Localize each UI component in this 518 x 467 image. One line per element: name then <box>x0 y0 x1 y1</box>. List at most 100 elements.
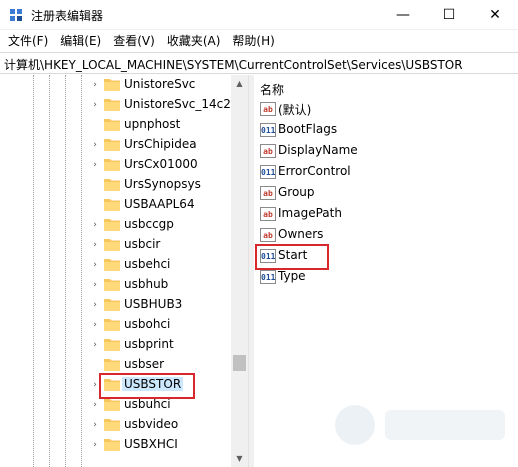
tree-item[interactable]: › UnistoreSvc <box>0 75 230 95</box>
expand-chevron-icon[interactable]: › <box>90 260 100 270</box>
expand-chevron-icon[interactable]: › <box>90 140 100 150</box>
expand-chevron-icon[interactable]: › <box>90 340 100 350</box>
watermark-logo <box>335 405 505 445</box>
value-row[interactable]: 011 Type <box>258 267 508 287</box>
tree-item-label: USBHUB3 <box>124 297 183 311</box>
folder-icon <box>104 79 120 91</box>
tree-item[interactable]: › UnistoreSvc_14c20 <box>0 95 239 115</box>
regedit-app-icon <box>10 9 22 21</box>
expand-chevron-icon[interactable]: › <box>90 80 100 90</box>
value-row[interactable]: 011 ErrorControl <box>258 162 508 182</box>
tree-item[interactable]: upnphost <box>0 115 230 135</box>
string-value-icon: ab <box>260 102 276 116</box>
folder-icon <box>104 199 120 211</box>
tree-item[interactable]: › UrsChipidea <box>0 135 230 155</box>
menu-favorites[interactable]: 收藏夹(A) <box>161 31 227 51</box>
value-name: Owners <box>278 227 324 241</box>
tree-item[interactable]: › usbvideo <box>0 415 230 435</box>
tree-item-label: usbhub <box>124 277 169 291</box>
tree-item[interactable]: › USBXHCI <box>0 435 230 455</box>
title-bar: 注册表编辑器 — ☐ ✕ <box>0 0 518 30</box>
minimize-icon: — <box>396 7 410 23</box>
folder-icon <box>104 339 120 351</box>
tree-item[interactable]: › USBHUB3 <box>0 295 230 315</box>
scroll-down-arrow-icon[interactable]: ▼ <box>231 450 248 467</box>
tree-item-label: UrsCx01000 <box>124 157 198 171</box>
expand-chevron-icon[interactable]: › <box>90 100 100 110</box>
tree-item[interactable]: › usbehci <box>0 255 230 275</box>
value-row[interactable]: ab Group <box>258 183 508 203</box>
folder-icon <box>104 279 120 291</box>
tree-item-label: usbccgp <box>124 217 174 231</box>
folder-icon <box>104 219 120 231</box>
menu-help[interactable]: 帮助(H) <box>226 31 280 51</box>
minimize-button[interactable]: — <box>380 0 426 30</box>
expand-chevron-icon[interactable]: › <box>90 280 100 290</box>
folder-icon <box>104 399 120 411</box>
tree-item[interactable]: › usbhub <box>0 275 230 295</box>
value-row[interactable]: 011 BootFlags <box>258 120 508 140</box>
value-row[interactable]: ab ImagePath <box>258 204 508 224</box>
expand-chevron-icon[interactable]: › <box>90 240 100 250</box>
folder-icon <box>104 119 120 131</box>
tree-item[interactable]: USBAAPL64 <box>0 195 230 215</box>
tree-item[interactable]: usbser <box>0 355 230 375</box>
expand-chevron-icon[interactable]: › <box>90 400 100 410</box>
tree-item[interactable]: UrsSynopsys <box>0 175 230 195</box>
expand-chevron-icon[interactable]: › <box>90 440 100 450</box>
string-value-icon: ab <box>260 207 276 221</box>
menu-bar: 文件(F) 编辑(E) 查看(V) 收藏夹(A) 帮助(H) <box>0 30 518 52</box>
expand-chevron-icon[interactable] <box>90 180 100 190</box>
tree-item-label: usbohci <box>124 317 171 331</box>
tree-item-label: UnistoreSvc_14c20 <box>124 97 239 111</box>
expand-chevron-icon[interactable]: › <box>90 320 100 330</box>
expand-chevron-icon[interactable] <box>90 360 100 370</box>
address-bar[interactable]: 计算机\HKEY_LOCAL_MACHINE\SYSTEM\CurrentCon… <box>0 52 518 74</box>
expand-chevron-icon[interactable] <box>90 200 100 210</box>
tree-scrollbar[interactable]: ▲ ▼ <box>231 75 248 467</box>
tree-item-label: UnistoreSvc <box>124 77 196 91</box>
folder-icon <box>104 259 120 271</box>
tree-item[interactable]: › usbccgp <box>0 215 230 235</box>
string-value-icon: ab <box>260 144 276 158</box>
menu-edit[interactable]: 编辑(E) <box>54 31 107 51</box>
maximize-button[interactable]: ☐ <box>426 0 472 30</box>
value-name: BootFlags <box>278 122 338 136</box>
maximize-icon: ☐ <box>442 7 456 23</box>
value-name: (默认) <box>278 103 312 117</box>
expand-chevron-icon[interactable] <box>90 120 100 130</box>
value-row[interactable]: ab Owners <box>258 225 508 245</box>
tree-item[interactable]: › usbprint <box>0 335 230 355</box>
value-name: ErrorControl <box>278 164 351 178</box>
address-path[interactable]: 计算机\HKEY_LOCAL_MACHINE\SYSTEM\CurrentCon… <box>4 56 463 73</box>
menu-file[interactable]: 文件(F) <box>2 31 54 51</box>
tree-item-label: USBXHCI <box>124 437 178 451</box>
close-icon: ✕ <box>489 7 501 23</box>
scrollbar-thumb[interactable] <box>233 355 246 371</box>
folder-icon <box>104 359 120 371</box>
column-header-name[interactable]: 名称 <box>260 81 284 98</box>
expand-chevron-icon[interactable]: › <box>90 220 100 230</box>
binary-value-icon: 011 <box>260 165 276 179</box>
folder-icon <box>104 299 120 311</box>
folder-icon <box>104 179 120 191</box>
tree-item-label: UrsChipidea <box>124 137 197 151</box>
expand-chevron-icon[interactable]: › <box>90 420 100 430</box>
value-row[interactable]: ab (默认) <box>258 99 508 119</box>
tree-item[interactable]: › usbcir <box>0 235 230 255</box>
tree-item[interactable]: › UrsCx01000 <box>0 155 230 175</box>
string-value-icon: ab <box>260 228 276 242</box>
start-highlight-box <box>255 244 329 270</box>
tree-item-label: USBAAPL64 <box>124 197 195 211</box>
close-button[interactable]: ✕ <box>472 0 518 30</box>
value-row[interactable]: ab DisplayName <box>258 141 508 161</box>
value-name: Type <box>278 269 306 283</box>
menu-view[interactable]: 查看(V) <box>107 31 161 51</box>
value-name: Group <box>278 185 315 199</box>
folder-icon <box>104 239 120 251</box>
scroll-up-arrow-icon[interactable]: ▲ <box>231 75 248 92</box>
usbstor-highlight-box <box>99 373 195 399</box>
expand-chevron-icon[interactable]: › <box>90 300 100 310</box>
expand-chevron-icon[interactable]: › <box>90 160 100 170</box>
tree-item[interactable]: › usbohci <box>0 315 230 335</box>
